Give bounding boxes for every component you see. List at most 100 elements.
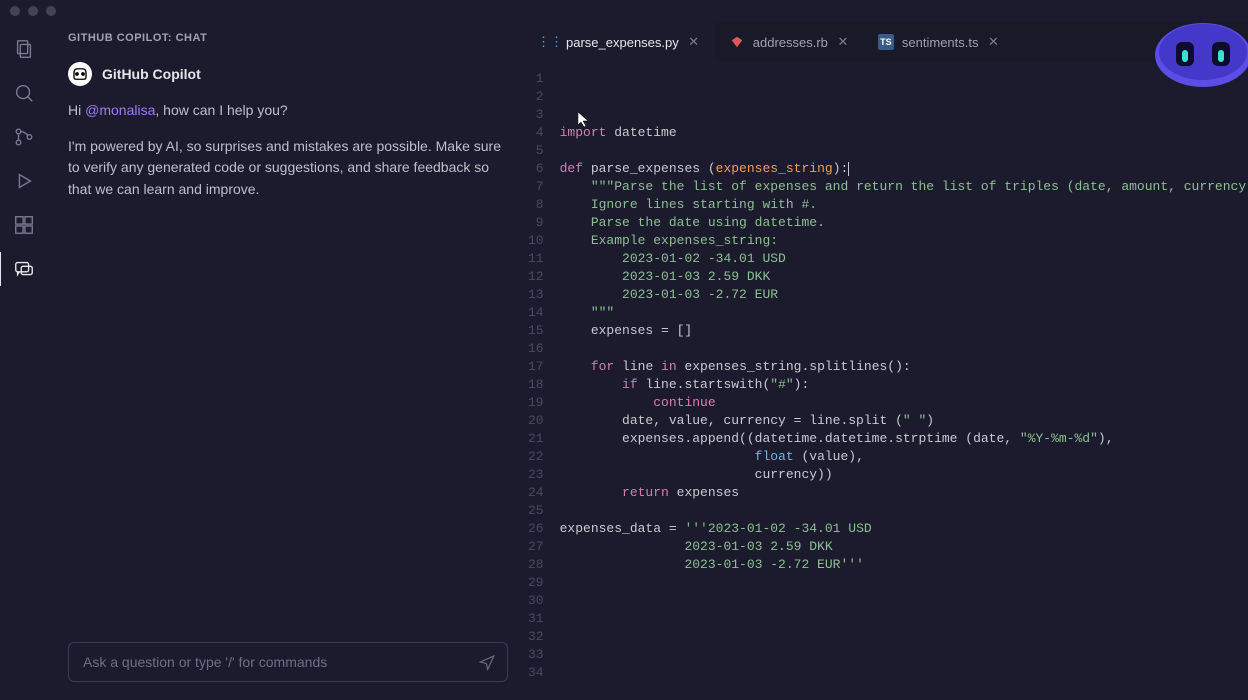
editor-body[interactable]: 1234567891011121314151617181920212223242…: [528, 62, 1248, 700]
run-debug-icon[interactable]: [11, 168, 37, 194]
source-control-icon[interactable]: [11, 124, 37, 150]
activity-bar: [0, 22, 48, 700]
line-number: 17: [528, 358, 544, 376]
code-line[interactable]: [560, 574, 1248, 592]
traffic-light-zoom[interactable]: [46, 6, 56, 16]
code-content[interactable]: import datetime def parse_expenses (expe…: [560, 62, 1248, 700]
line-number: 31: [528, 610, 544, 628]
code-line[interactable]: if line.startswith("#"):: [560, 376, 1248, 394]
code-line[interactable]: expenses_data = '''2023-01-02 -34.01 USD: [560, 520, 1248, 538]
code-line[interactable]: 2023-01-03 2.59 DKK: [560, 268, 1248, 286]
extensions-icon[interactable]: [11, 212, 37, 238]
send-icon[interactable]: [477, 652, 497, 672]
code-line[interactable]: [560, 628, 1248, 646]
line-number: 8: [528, 196, 544, 214]
code-line[interactable]: date, value, currency = line.split (" "): [560, 412, 1248, 430]
editor-tab[interactable]: ⋮⋮ parse_expenses.py ✕: [528, 22, 715, 62]
greeting-post: , how can I help you?: [155, 102, 287, 118]
code-line[interactable]: expenses.append((datetime.datetime.strpt…: [560, 430, 1248, 448]
line-number: 4: [528, 124, 544, 142]
line-number: 21: [528, 430, 544, 448]
line-number-gutter: 1234567891011121314151617181920212223242…: [528, 62, 560, 700]
code-line[interactable]: [560, 502, 1248, 520]
line-number: 3: [528, 106, 544, 124]
rb-file-icon: [729, 34, 745, 50]
code-line[interactable]: [560, 592, 1248, 610]
line-number: 19: [528, 394, 544, 412]
line-number: 2: [528, 88, 544, 106]
line-number: 14: [528, 304, 544, 322]
code-line[interactable]: [560, 646, 1248, 664]
code-line[interactable]: 2023-01-03 2.59 DKK: [560, 538, 1248, 556]
line-number: 5: [528, 142, 544, 160]
line-number: 22: [528, 448, 544, 466]
code-line[interactable]: [560, 610, 1248, 628]
line-number: 12: [528, 268, 544, 286]
line-number: 20: [528, 412, 544, 430]
code-line[interactable]: def parse_expenses (expenses_string):: [560, 160, 1248, 178]
chat-disclaimer: I'm powered by AI, so surprises and mist…: [68, 136, 508, 201]
traffic-light-close[interactable]: [10, 6, 20, 16]
line-number: 33: [528, 646, 544, 664]
line-number: 29: [528, 574, 544, 592]
tab-label: addresses.rb: [753, 35, 828, 50]
line-number: 23: [528, 466, 544, 484]
tab-label: parse_expenses.py: [566, 35, 679, 50]
line-number: 24: [528, 484, 544, 502]
greeting-pre: Hi: [68, 102, 85, 118]
code-line[interactable]: Ignore lines starting with #.: [560, 196, 1248, 214]
window-titlebar: [0, 0, 1248, 22]
line-number: 11: [528, 250, 544, 268]
editor-tab[interactable]: TS sentiments.ts ✕: [864, 22, 1015, 62]
copilot-avatar-icon: [68, 62, 92, 86]
code-line[interactable]: import datetime: [560, 124, 1248, 142]
code-line[interactable]: [560, 142, 1248, 160]
line-number: 25: [528, 502, 544, 520]
line-number: 30: [528, 592, 544, 610]
tab-label: sentiments.ts: [902, 35, 979, 50]
code-line[interactable]: """Parse the list of expenses and return…: [560, 178, 1248, 196]
line-number: 1: [528, 70, 544, 88]
line-number: 15: [528, 322, 544, 340]
line-number: 6: [528, 160, 544, 178]
line-number: 16: [528, 340, 544, 358]
code-line[interactable]: return expenses: [560, 484, 1248, 502]
line-number: 7: [528, 178, 544, 196]
code-line[interactable]: for line in expenses_string.splitlines()…: [560, 358, 1248, 376]
code-line[interactable]: [560, 340, 1248, 358]
close-icon[interactable]: ✕: [836, 35, 850, 49]
code-line[interactable]: 2023-01-02 -34.01 USD: [560, 250, 1248, 268]
search-icon[interactable]: [11, 80, 37, 106]
explorer-icon[interactable]: [11, 36, 37, 62]
chat-icon[interactable]: [11, 256, 37, 282]
code-line[interactable]: Parse the date using datetime.: [560, 214, 1248, 232]
line-number: 9: [528, 214, 544, 232]
line-number: 27: [528, 538, 544, 556]
chat-panel: GITHUB COPILOT: CHAT GitHub Copilot Hi @…: [48, 22, 528, 700]
editor-tabs: ⋮⋮ parse_expenses.py ✕ addresses.rb ✕ TS senti…: [528, 22, 1248, 62]
code-line[interactable]: continue: [560, 394, 1248, 412]
ts-file-icon: TS: [878, 34, 894, 50]
chat-input-row[interactable]: [68, 642, 508, 682]
chat-input[interactable]: [83, 654, 477, 670]
code-line[interactable]: float (value),: [560, 448, 1248, 466]
code-line[interactable]: """: [560, 304, 1248, 322]
text-caret: [848, 162, 849, 176]
code-line[interactable]: [560, 664, 1248, 682]
py-file-icon: ⋮⋮: [542, 34, 558, 50]
close-icon[interactable]: ✕: [987, 35, 1001, 49]
code-line[interactable]: [560, 682, 1248, 700]
close-icon[interactable]: ✕: [687, 35, 701, 49]
code-line[interactable]: currency)): [560, 466, 1248, 484]
line-number: 34: [528, 664, 544, 682]
editor-area: ⋮⋮ parse_expenses.py ✕ addresses.rb ✕ TS senti…: [528, 22, 1248, 700]
chat-message-body: Hi @monalisa, how can I help you? I'm po…: [68, 100, 508, 215]
code-line[interactable]: 2023-01-03 -2.72 EUR''': [560, 556, 1248, 574]
traffic-light-minimize[interactable]: [28, 6, 38, 16]
chat-panel-title: GITHUB COPILOT: CHAT: [68, 32, 508, 44]
code-line[interactable]: Example expenses_string:: [560, 232, 1248, 250]
code-line[interactable]: expenses = []: [560, 322, 1248, 340]
editor-tab[interactable]: addresses.rb ✕: [715, 22, 864, 62]
line-number: 32: [528, 628, 544, 646]
code-line[interactable]: 2023-01-03 -2.72 EUR: [560, 286, 1248, 304]
